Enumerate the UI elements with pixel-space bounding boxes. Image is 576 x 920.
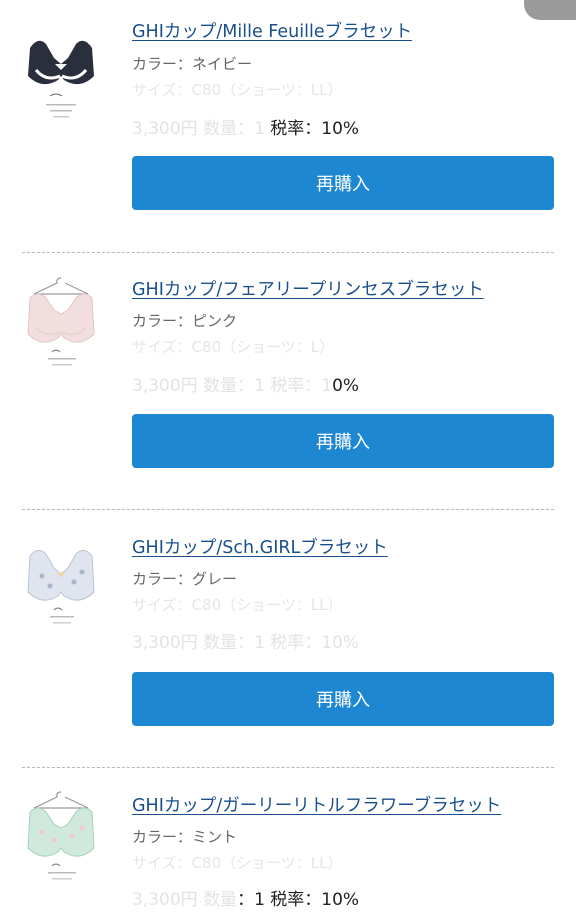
product-title-link[interactable]: GHIカップ/フェアリープリンセスブラセット: [132, 276, 484, 301]
price-quantity: 3,300円 数量：1 税率：10%: [132, 633, 360, 653]
rebuy-button[interactable]: 再購入: [132, 156, 554, 210]
product-color: カラー：ミント: [132, 828, 238, 846]
rebuy-button[interactable]: 再購入: [132, 414, 554, 468]
product-size: サイズ：C80（ショーツ：LL）: [132, 81, 343, 99]
price-quantity-tax: 3,300円 数量：1 税率：10%: [132, 114, 359, 139]
tax-rate: ：1 税率：10%: [237, 890, 360, 910]
divider: [22, 509, 554, 510]
tax-rate: 税率：10%: [264, 119, 360, 139]
product-image[interactable]: [20, 272, 102, 372]
divider: [22, 252, 554, 253]
price-quantity: 3,300円 数量：1: [132, 119, 265, 139]
product-title-link[interactable]: GHIカップ/Mille Feuilleブラセット: [132, 18, 412, 43]
product-size: サイズ：C80（ショーツ：L）: [132, 338, 335, 356]
product-image[interactable]: [20, 538, 102, 638]
tax-rate: 0%: [332, 376, 360, 396]
product-image[interactable]: [20, 30, 102, 130]
product-title-link[interactable]: GHIカップ/ガーリーリトルフラワーブラセット: [132, 792, 501, 817]
rebuy-button[interactable]: 再購入: [132, 672, 554, 726]
purchase-history-page: GHIカップ/Mille Feuilleブラセット カラー：ネイビー サイズ：C…: [0, 0, 576, 920]
price-quantity-tax: 3,300円 数量：1 税率：10%: [132, 885, 359, 910]
product-size: サイズ：C80（ショーツ：LL）: [132, 854, 343, 872]
divider: [22, 767, 554, 768]
price-quantity-tax: 3,300円 数量：1 税率：10%: [132, 371, 359, 396]
corner-tab: [524, 0, 576, 20]
product-color: カラー：グレー: [132, 570, 238, 588]
price-quantity: 3,300円 数量: [132, 890, 238, 910]
product-color: カラー：ネイビー: [132, 55, 253, 73]
product-title-link[interactable]: GHIカップ/Sch.GIRLブラセット: [132, 534, 388, 559]
product-color: カラー：ピンク: [132, 312, 238, 330]
product-image[interactable]: [20, 788, 102, 888]
product-size: サイズ：C80（ショーツ：LL）: [132, 596, 343, 614]
price-quantity-tax: 3,300円 数量：1 税率：10%: [132, 628, 359, 653]
price-quantity: 3,300円 数量：1 税率：1: [132, 376, 333, 396]
